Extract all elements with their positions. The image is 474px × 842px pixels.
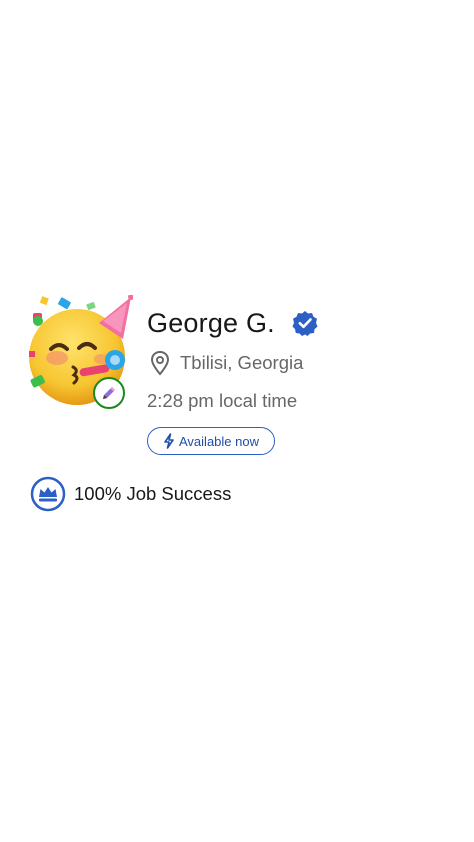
available-now-button[interactable]: Available now — [147, 427, 275, 455]
available-now-label: Available now — [179, 433, 259, 449]
location-row: Tbilisi, Georgia — [150, 349, 303, 377]
edit-photo-button[interactable] — [93, 377, 125, 409]
pencil-icon — [103, 387, 115, 399]
job-success-row: 100% Job Success — [30, 476, 231, 512]
lightning-icon — [164, 433, 174, 449]
job-success-text: 100% Job Success — [74, 483, 232, 504]
verified-check-icon — [292, 310, 318, 336]
profile-name: George G. — [147, 307, 275, 338]
name-row: George G. — [147, 304, 318, 342]
location-text: Tbilisi, Georgia — [180, 352, 304, 373]
map-pin-icon — [150, 350, 170, 376]
crown-badge-icon — [30, 476, 66, 512]
profile-page: George G. Tbilisi, Georgia 2:28 pm local… — [0, 0, 474, 842]
local-time: 2:28 pm local time — [147, 390, 298, 411]
